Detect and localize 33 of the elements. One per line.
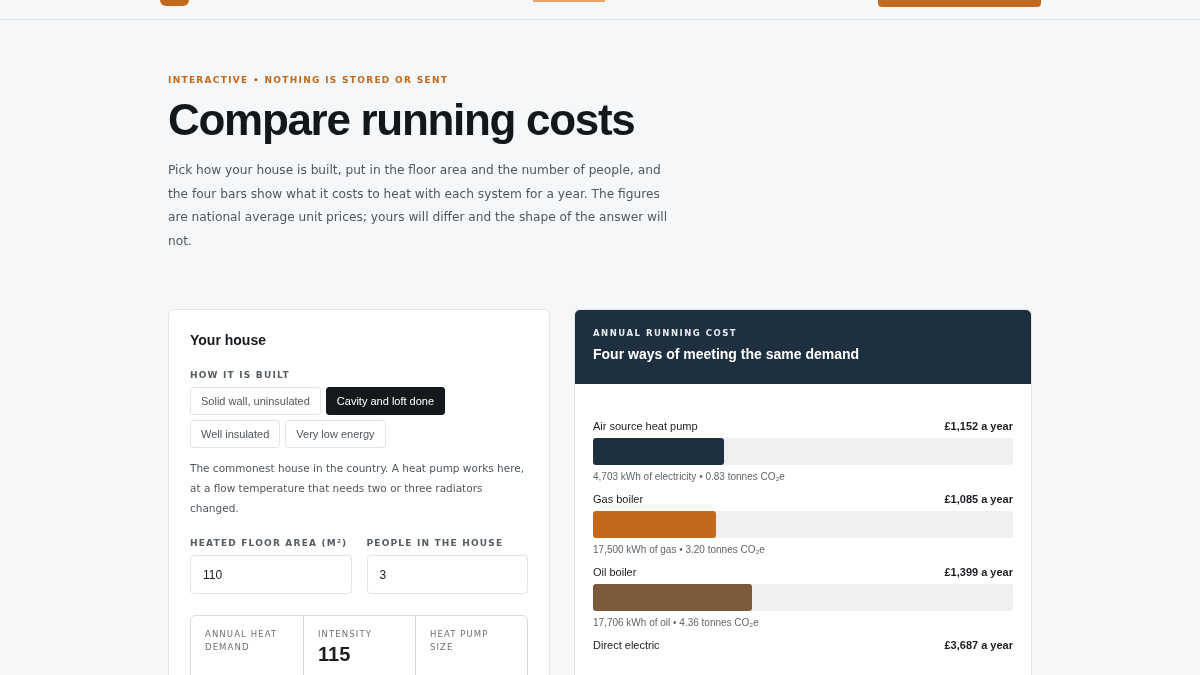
stat-label: INTENSITY: [318, 628, 373, 641]
system-cost: £1,152 a year: [944, 420, 1013, 432]
card-eyebrow: ANNUAL RUNNING COST: [593, 328, 739, 338]
option-button[interactable]: Very low energy: [285, 420, 386, 448]
option-button[interactable]: Well insulated: [190, 420, 281, 448]
system-detail: 17,500 kWh of gas • 3.20 tonnes CO₂e: [593, 544, 766, 555]
system-cost: £3,687 a year: [944, 639, 1013, 651]
section-label: HOW IT IS BUILT: [190, 370, 291, 380]
card-title: Your house: [190, 332, 267, 348]
system-cost: £1,085 a year: [944, 493, 1013, 505]
input-field[interactable]: 110: [190, 555, 352, 594]
system-detail: 17,706 kWh of oil • 4.36 tonnes CO₂e: [593, 617, 760, 628]
system-detail: 4,703 kWh of electricity • 0.83 tonnes CO₂e: [593, 471, 786, 482]
system-name: Air source heat pump: [593, 420, 698, 432]
stat-label: HEAT PUMP SIZE: [430, 628, 490, 654]
nav-underline: [533, 0, 605, 2]
eyebrow: INTERACTIVE • NOTHING IS STORED OR SENT: [168, 75, 450, 85]
option-button[interactable]: Cavity and loft done: [325, 387, 446, 415]
intro-paragraph: Pick how your house is built, put in the floor area and the number of people, and the four bars show what it costs to heat with each system for a year. The figures are national average unit prices; yours will differ and the shape of the answer will not.: [168, 162, 668, 250]
system-cost: £1,399 a year: [944, 566, 1013, 578]
system-name: Gas boiler: [593, 493, 644, 505]
system-name: Oil boiler: [593, 566, 637, 578]
stat-label: ANNUAL HEAT DEMAND: [205, 628, 279, 654]
field-label: PEOPLE IN THE HOUSE: [366, 538, 505, 548]
description: The commonest house in the country. A heat pump works here, at a flow temperature that needs two or three radiators changed.: [190, 461, 526, 516]
logo-icon[interactable]: [160, 0, 189, 6]
page-title: Compare running costs: [168, 95, 636, 145]
card-title: Four ways of meeting the same demand: [593, 346, 861, 362]
system-name: Direct electric: [593, 639, 660, 651]
option-button[interactable]: Solid wall, uninsulated: [190, 387, 321, 415]
stat-value: 115: [318, 643, 352, 666]
input-field[interactable]: 3: [366, 555, 528, 594]
field-label: HEATED FLOOR AREA (M²): [190, 538, 349, 548]
